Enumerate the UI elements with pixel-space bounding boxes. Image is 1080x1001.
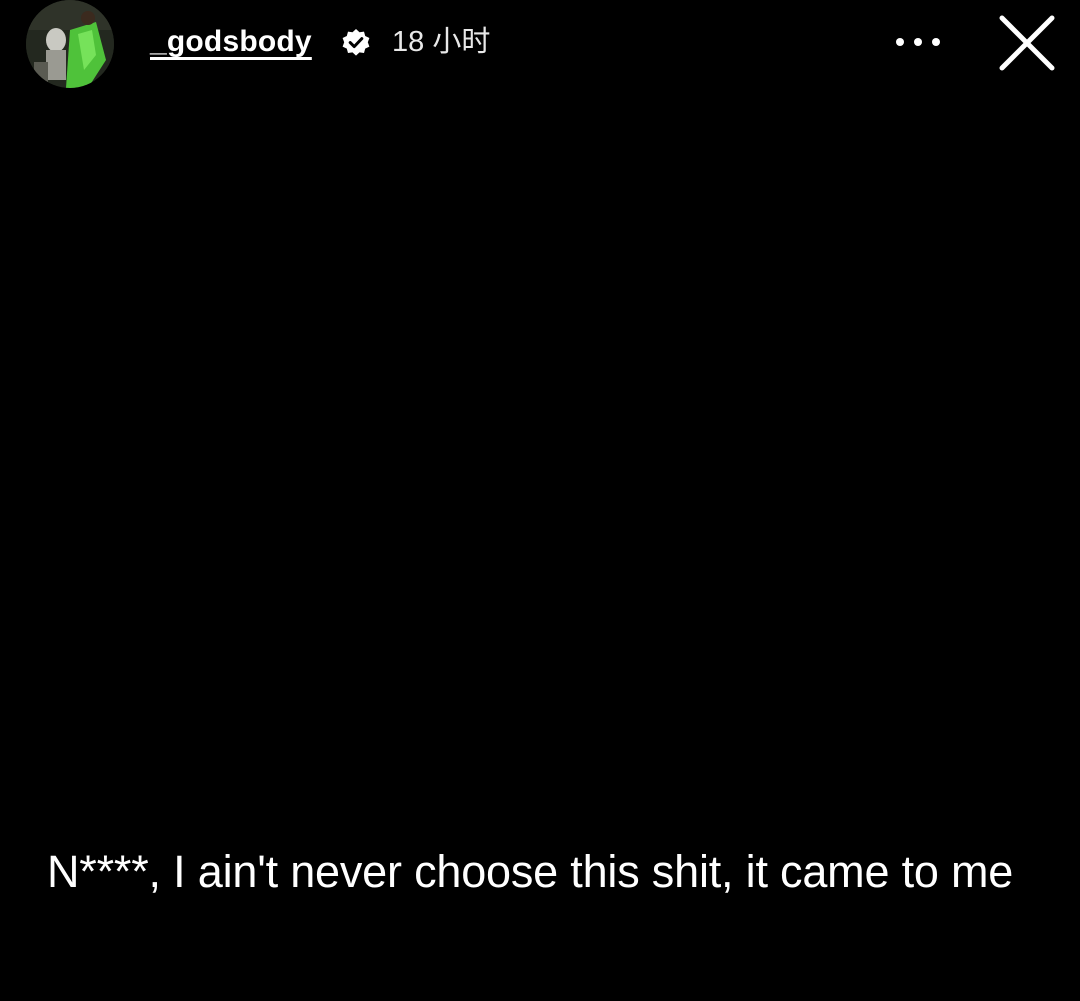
close-button[interactable] xyxy=(994,10,1060,76)
more-horizontal-icon xyxy=(896,38,940,46)
story-caption: N****, I ain't never choose this shit, i… xyxy=(47,846,1014,897)
close-icon xyxy=(999,15,1055,71)
avatar[interactable] xyxy=(26,0,114,88)
more-options-button[interactable] xyxy=(888,20,948,64)
verified-badge-icon xyxy=(342,29,370,56)
username[interactable]: _godsbody xyxy=(150,22,312,62)
avatar-image xyxy=(26,0,114,88)
story-viewer: _godsbody 18 小时 N****, I ain't never cho… xyxy=(0,0,1080,1001)
story-header: _godsbody 18 小时 xyxy=(0,0,1080,90)
post-timestamp: 18 小时 xyxy=(392,26,491,58)
